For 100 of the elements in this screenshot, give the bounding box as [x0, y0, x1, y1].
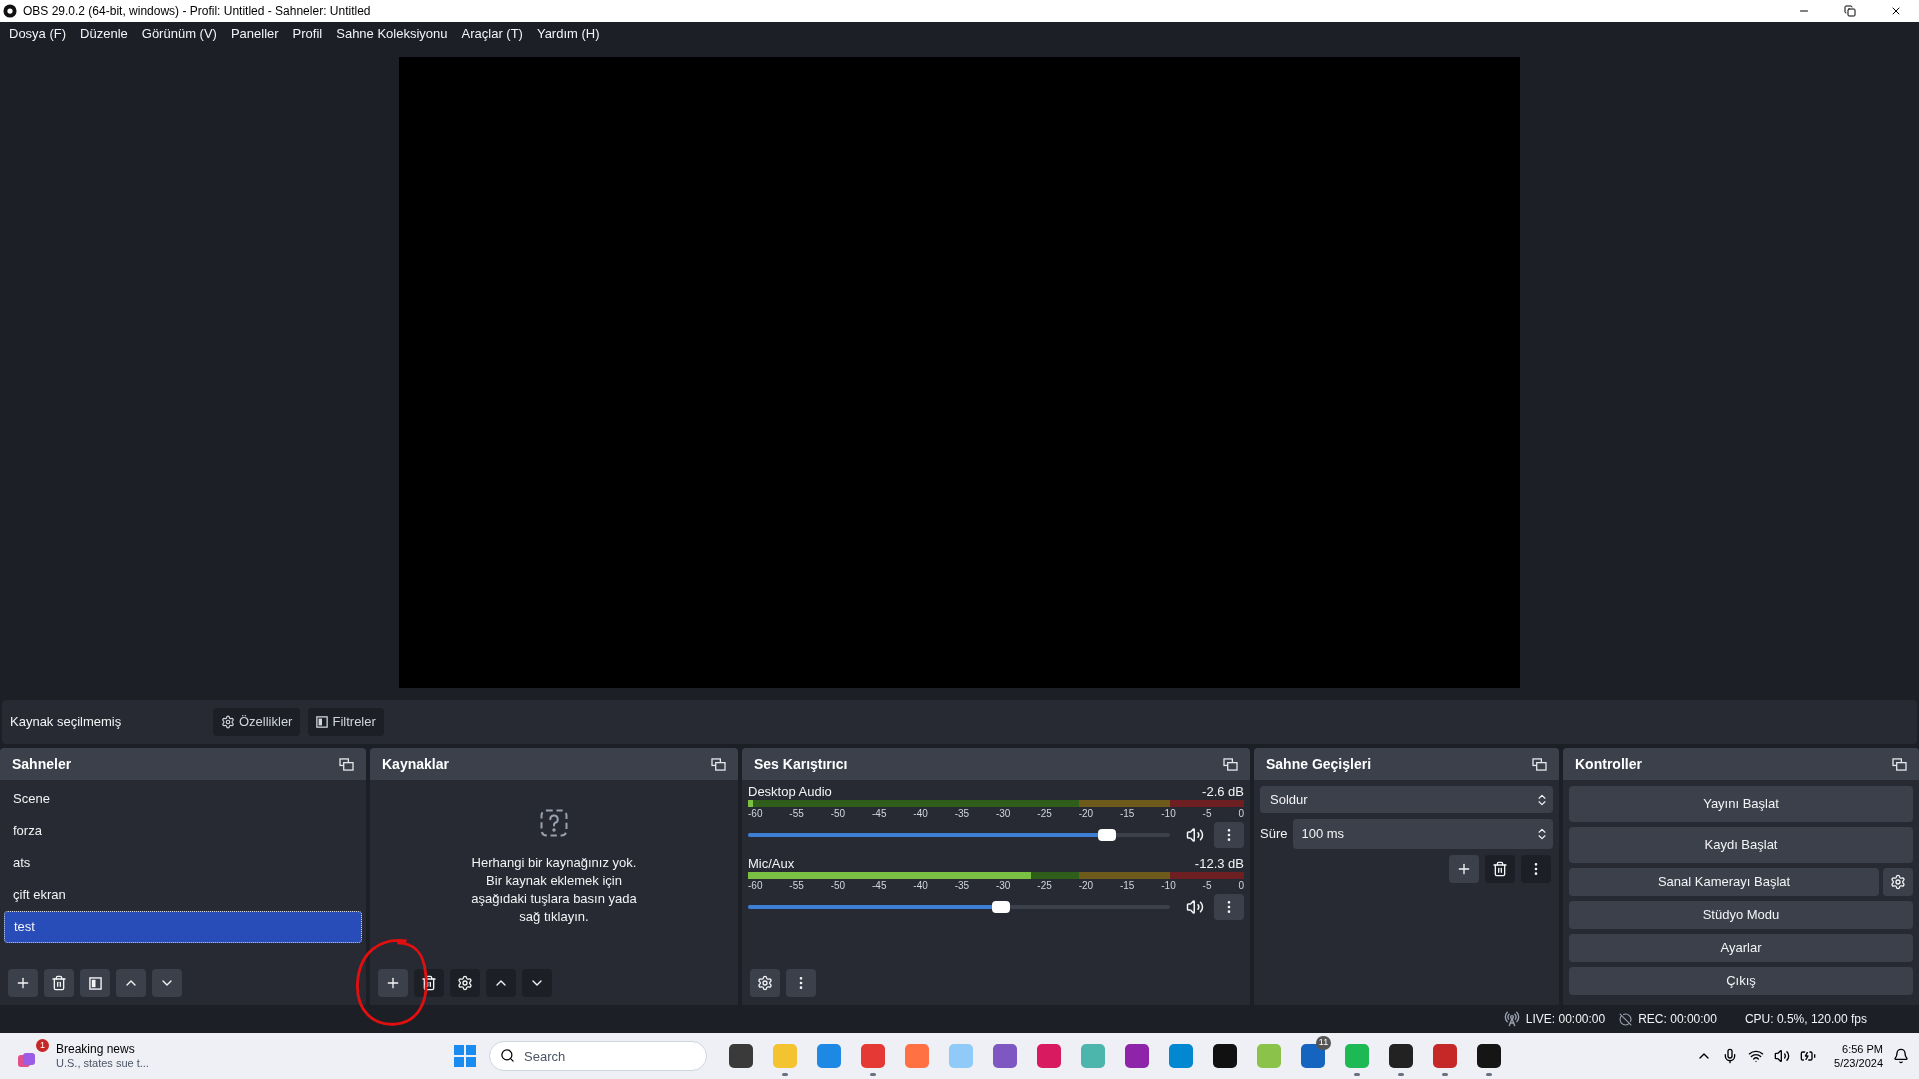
control-button[interactable]: Sanal Kamerayı Başlat: [1569, 868, 1879, 896]
gear-icon: [1890, 874, 1906, 890]
running-indicator: [1442, 1073, 1448, 1076]
news-widget-icon[interactable]: [18, 1051, 36, 1069]
notification-badge: 1: [36, 1039, 49, 1052]
dock-title: Kontroller: [1575, 754, 1642, 774]
clock-time[interactable]: 6:56 PM: [1842, 1042, 1883, 1056]
speaker-icon[interactable]: [1186, 898, 1204, 916]
taskbar-app-icon[interactable]: [729, 1044, 753, 1068]
slider-thumb[interactable]: [1097, 829, 1116, 841]
window-title: OBS 29.0.2 (64-bit, windows) - Profil: Untitled - Sahneler: Untitled: [23, 3, 371, 20]
menu-item[interactable]: Profil: [285, 24, 330, 44]
empty-sources-message: Herhangi bir kaynağınız yok. Bir kaynak eklemek için aşağıdaki tuşlara basın yada sağ tıklayın.: [471, 854, 637, 926]
slashed-circle-icon: [1619, 1012, 1633, 1026]
running-indicator: [1486, 1073, 1492, 1076]
scene-item[interactable]: Scene: [4, 783, 362, 815]
wifi-icon[interactable]: [1748, 1048, 1765, 1064]
undock-icon[interactable]: [711, 757, 726, 771]
undock-icon[interactable]: [1223, 757, 1238, 771]
scene-item[interactable]: çift ekran: [4, 879, 362, 911]
running-indicator: [870, 1073, 876, 1076]
undock-icon[interactable]: [339, 757, 354, 771]
trash-icon: [51, 975, 67, 991]
menu-item[interactable]: Görünüm (V): [134, 24, 224, 44]
news-title[interactable]: Breaking news: [56, 1042, 149, 1056]
duration-label: Süre: [1260, 825, 1288, 844]
speaker-icon[interactable]: [1774, 1048, 1791, 1064]
channel-name: Mic/Aux: [748, 856, 795, 872]
meter-tick-label: -20: [1078, 808, 1094, 820]
meter-tick-label: -55: [789, 880, 804, 892]
broadcast-icon: [1503, 1011, 1520, 1027]
taskbar-app-icon[interactable]: [1477, 1044, 1501, 1068]
notification-bell-icon[interactable]: [1893, 1048, 1909, 1064]
duration-spinbox[interactable]: 100 ms: [1293, 819, 1553, 849]
transition-select[interactable]: Soldur: [1260, 786, 1553, 813]
rec-time: REC: 00:00:00: [1638, 1011, 1717, 1028]
menu-item[interactable]: Yardım (H): [529, 24, 607, 44]
gear-icon: [757, 975, 773, 991]
dock-title: Sahneler: [12, 754, 72, 774]
control-button[interactable]: Çıkış: [1569, 967, 1913, 995]
speaker-icon[interactable]: [1186, 826, 1204, 844]
menu-item[interactable]: Dosya (F): [2, 24, 74, 44]
running-indicator: [782, 1073, 788, 1076]
search-icon: [500, 1048, 515, 1063]
menu-item[interactable]: Sahne Koleksiyonu: [329, 24, 455, 44]
selected-source-label: Kaynak seçilmemiş: [10, 713, 123, 732]
meter-tick-label: -45: [872, 880, 887, 892]
help-icon: [539, 808, 569, 838]
channel-name: Desktop Audio: [748, 784, 832, 800]
volume-slider[interactable]: [748, 829, 1170, 841]
context-button[interactable]: Özellikler: [213, 708, 301, 736]
meter-tick-label: -60: [748, 808, 763, 820]
taskbar-app-icon[interactable]: [1389, 1044, 1413, 1068]
meter-tick-label: -25: [1037, 880, 1052, 892]
menu-item[interactable]: Araçlar (T): [454, 24, 530, 44]
battery-icon[interactable]: [1800, 1048, 1817, 1064]
taskbar-app-icon[interactable]: [1213, 1044, 1237, 1068]
menu-item[interactable]: Düzenle: [73, 24, 135, 44]
control-button[interactable]: Stüdyo Modu: [1569, 901, 1913, 929]
filter-icon: [316, 716, 329, 728]
settings-button[interactable]: [1883, 868, 1913, 896]
gear-icon: [221, 715, 235, 729]
scene-item[interactable]: ats: [4, 847, 362, 879]
toolbar-button[interactable]: [378, 969, 408, 997]
toolbar-button[interactable]: [44, 969, 74, 997]
slider-thumb[interactable]: [992, 901, 1011, 913]
undock-icon[interactable]: [1532, 757, 1547, 771]
undock-icon[interactable]: [1892, 757, 1907, 771]
running-indicator: [1398, 1073, 1404, 1076]
search-field[interactable]: Search: [489, 1041, 707, 1071]
close-icon[interactable]: [1890, 5, 1902, 17]
dock-title: Sahne Geçişleri: [1266, 754, 1372, 774]
running-indicator: [1354, 1073, 1360, 1076]
toolbar-button[interactable]: [750, 969, 780, 997]
meter-tick-label: -20: [1078, 880, 1094, 892]
notification-badge: 11: [1316, 1036, 1331, 1050]
meter-tick-label: -30: [995, 808, 1011, 820]
control-button[interactable]: Yayını Başlat: [1569, 786, 1913, 822]
toolbar-button[interactable]: [80, 969, 110, 997]
toolbar-button[interactable]: [8, 969, 38, 997]
gear-icon: [457, 975, 473, 991]
menu-item[interactable]: Paneller: [223, 24, 286, 44]
trash-icon: [1492, 861, 1508, 877]
meter-tick-label: -5: [1202, 880, 1212, 892]
clock-date[interactable]: 5/23/2024: [1834, 1056, 1883, 1070]
restore-icon[interactable]: [1844, 5, 1856, 17]
meter-tick-label: -10: [1161, 808, 1176, 820]
control-button[interactable]: Kaydı Başlat: [1569, 827, 1913, 863]
scene-item[interactable]: test: [4, 911, 362, 943]
meter-tick-label: -5: [1202, 808, 1212, 820]
meter-tick-label: -35: [954, 880, 970, 892]
toolbar-button[interactable]: [1449, 855, 1479, 883]
windows-start-icon[interactable]: [453, 1044, 477, 1068]
dock-title: Ses Karıştırıcı: [754, 754, 848, 774]
app-logo-icon: [3, 4, 17, 18]
scene-item[interactable]: forza: [4, 815, 362, 847]
control-button[interactable]: Ayarlar: [1569, 934, 1913, 962]
volume-slider[interactable]: [748, 901, 1170, 913]
plus-icon: [15, 975, 31, 991]
context-button[interactable]: Filtreler: [308, 708, 384, 736]
